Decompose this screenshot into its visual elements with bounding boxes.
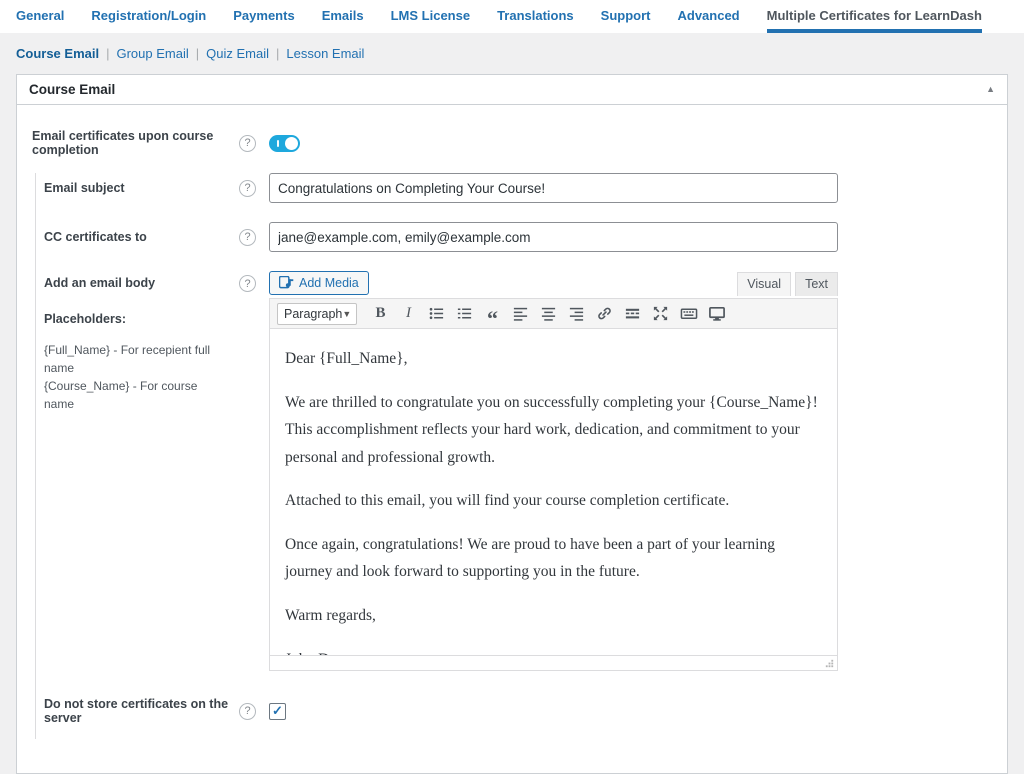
- placeholder-course-name: {Course_Name} - For course name: [44, 377, 229, 413]
- toggle-on-indicator: [277, 140, 279, 147]
- panel-header: Course Email ▲: [17, 75, 1007, 105]
- email-paragraph: John Doe: [285, 646, 822, 655]
- insert-link-button[interactable]: [592, 303, 617, 325]
- toolbar-toggle-button[interactable]: [676, 303, 701, 325]
- cc-certificates-label: CC certificates to: [44, 230, 239, 244]
- align-left-button[interactable]: [508, 303, 533, 325]
- editor-mode-tabs: Visual Text: [733, 272, 838, 295]
- tab-emails[interactable]: Emails: [322, 0, 364, 33]
- subnav-group-email[interactable]: Group Email: [116, 46, 188, 61]
- email-subject-row: Email subject ?: [44, 173, 992, 203]
- email-certificates-toggle-row: Email certificates upon course completio…: [32, 129, 992, 157]
- help-icon[interactable]: ?: [239, 275, 256, 292]
- subnav-separator: |: [276, 46, 279, 61]
- resize-grip-icon[interactable]: [824, 658, 835, 669]
- course-email-panel: Course Email ▲ Email certificates upon c…: [16, 74, 1008, 774]
- editor-toolbar: Paragraph ▼ B I “: [270, 299, 837, 329]
- add-media-button[interactable]: Add Media: [269, 271, 369, 295]
- subnav-separator: |: [106, 46, 109, 61]
- chevron-down-icon: ▼: [342, 309, 351, 319]
- settings-tabbar: General Registration/Login Payments Emai…: [0, 0, 1024, 33]
- email-certificates-toggle[interactable]: [269, 135, 300, 152]
- help-icon[interactable]: ?: [239, 180, 256, 197]
- align-center-button[interactable]: [536, 303, 561, 325]
- help-icon[interactable]: ?: [239, 135, 256, 152]
- align-right-button[interactable]: [564, 303, 589, 325]
- email-subject-label: Email subject: [44, 181, 239, 195]
- tab-translations[interactable]: Translations: [497, 0, 574, 33]
- blockquote-button[interactable]: “: [480, 303, 505, 325]
- email-paragraph: We are thrilled to congratulate you on s…: [285, 389, 822, 472]
- email-paragraph: Dear {Full_Name},: [285, 345, 822, 373]
- tab-support[interactable]: Support: [601, 0, 651, 33]
- toggle-knob: [285, 137, 298, 150]
- tab-multiple-certificates[interactable]: Multiple Certificates for LearnDash: [767, 0, 982, 33]
- tab-registration-login[interactable]: Registration/Login: [91, 0, 206, 33]
- tab-lms-license[interactable]: LMS License: [391, 0, 470, 33]
- email-paragraph: Once again, congratulations! We are prou…: [285, 531, 822, 586]
- add-media-label: Add Media: [299, 276, 359, 290]
- email-paragraph: Warm regards,: [285, 602, 822, 630]
- email-body-row: Add an email body Placeholders: {Full_Na…: [44, 271, 992, 671]
- subnav-separator: |: [196, 46, 199, 61]
- subnav-quiz-email[interactable]: Quiz Email: [206, 46, 269, 61]
- editor-top-bar: Add Media Visual Text: [269, 271, 838, 295]
- editor-frame: Paragraph ▼ B I “: [269, 298, 838, 671]
- tab-payments[interactable]: Payments: [233, 0, 294, 33]
- paragraph-format-select[interactable]: Paragraph ▼: [277, 303, 357, 325]
- placeholders-title: Placeholders:: [44, 312, 229, 326]
- panel-body: Email certificates upon course completio…: [17, 105, 1007, 773]
- format-selected-value: Paragraph: [284, 307, 342, 321]
- cc-certificates-row: CC certificates to ?: [44, 222, 992, 252]
- email-body-label: Add an email body: [44, 271, 229, 290]
- checkmark-icon: ✓: [272, 703, 283, 719]
- placeholder-full-name: {Full_Name} - For recepient full name: [44, 341, 229, 377]
- read-more-tag-button[interactable]: [620, 303, 645, 325]
- tab-general[interactable]: General: [16, 0, 64, 33]
- collapse-panel-icon[interactable]: ▲: [986, 85, 995, 94]
- email-body-label-column: Add an email body Placeholders: {Full_Na…: [44, 271, 239, 413]
- store-certificates-label: Do not store certificates on the server: [44, 697, 239, 725]
- store-certificates-checkbox[interactable]: ✓: [269, 703, 286, 720]
- email-type-subnav: Course Email | Group Email | Quiz Email | Less…: [0, 33, 1024, 70]
- fullscreen-button[interactable]: [704, 303, 729, 325]
- italic-button[interactable]: I: [396, 303, 421, 325]
- help-icon[interactable]: ?: [239, 229, 256, 246]
- store-certificates-row: Do not store certificates on the server …: [44, 697, 992, 725]
- numbered-list-button[interactable]: [452, 303, 477, 325]
- email-body-editor-content[interactable]: Dear {Full_Name}, We are thrilled to con…: [270, 329, 837, 655]
- cc-certificates-input[interactable]: [269, 222, 838, 252]
- visual-tab[interactable]: Visual: [737, 272, 791, 296]
- placeholders-list: {Full_Name} - For recepient full name {C…: [44, 341, 229, 413]
- help-icon[interactable]: ?: [239, 703, 256, 720]
- editor-statusbar: [270, 655, 837, 670]
- subnav-lesson-email[interactable]: Lesson Email: [286, 46, 364, 61]
- email-paragraph: Attached to this email, you will find yo…: [285, 487, 822, 515]
- placeholders-block: Placeholders: {Full_Name} - For recepien…: [44, 312, 229, 413]
- subnav-course-email[interactable]: Course Email: [16, 46, 99, 61]
- media-icon: [279, 276, 294, 289]
- email-certificates-toggle-label: Email certificates upon course completio…: [32, 129, 239, 157]
- bold-button[interactable]: B: [368, 303, 393, 325]
- text-tab[interactable]: Text: [795, 272, 838, 296]
- distraction-free-button[interactable]: [648, 303, 673, 325]
- tab-advanced[interactable]: Advanced: [677, 0, 739, 33]
- dependent-fields-group: Email subject ? CC certificates to ? Add…: [35, 173, 992, 739]
- wp-editor: Add Media Visual Text Paragraph ▼: [269, 271, 838, 671]
- email-subject-input[interactable]: [269, 173, 838, 203]
- bulleted-list-button[interactable]: [424, 303, 449, 325]
- panel-title: Course Email: [29, 82, 115, 97]
